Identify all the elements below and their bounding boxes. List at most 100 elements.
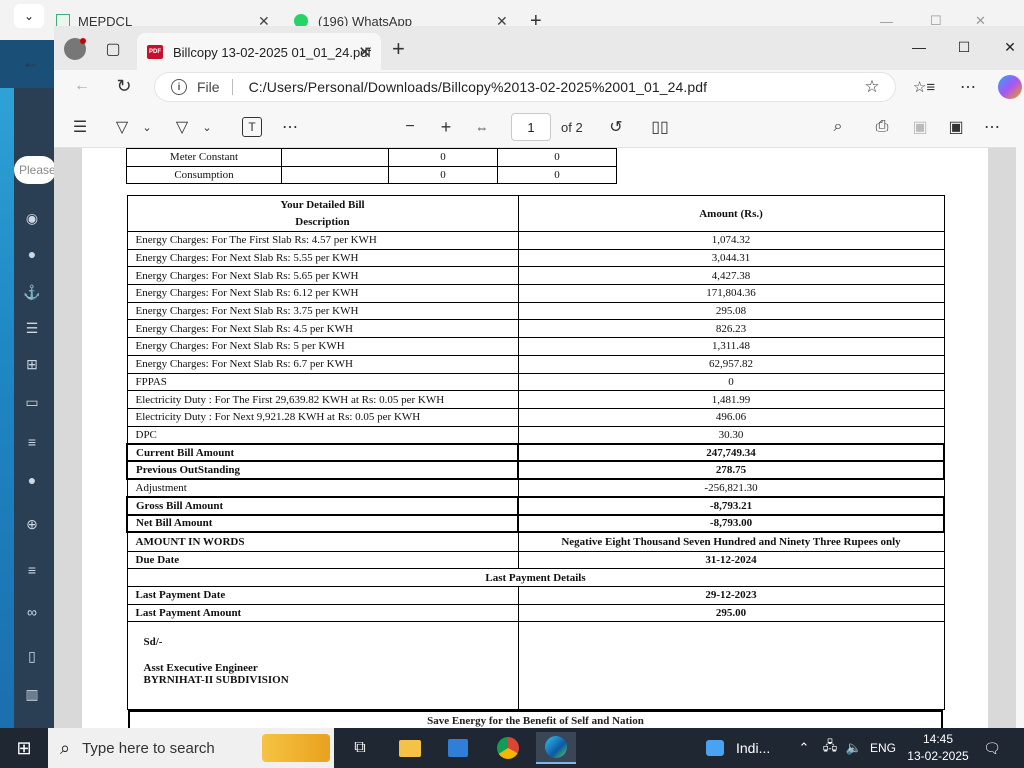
workspaces-icon[interactable]: ▢: [102, 38, 124, 60]
add-circle-icon[interactable]: ⊕: [24, 516, 40, 532]
zoom-in-icon[interactable]: +: [436, 117, 456, 137]
web-app-search-input[interactable]: Please: [14, 156, 56, 184]
table-row: Energy Charges: For Next Slab Rs: 4.5 pe…: [126, 319, 945, 339]
tab-search-button[interactable]: ⌄: [14, 4, 44, 28]
fit-width-icon[interactable]: ⇔: [472, 117, 492, 137]
charge-desc: Energy Charges: For Next Slab Rs: 4.5 pe…: [126, 319, 519, 339]
dashboard-icon[interactable]: ◉: [24, 210, 40, 226]
contents-icon[interactable]: ☰: [70, 117, 90, 137]
draw-icon[interactable]: ▽: [172, 117, 192, 137]
file-explorer-button[interactable]: [390, 732, 430, 764]
table-row: Last Payment Date 29-12-2023: [126, 586, 945, 605]
minimize-button[interactable]: —: [904, 36, 934, 58]
more-options-icon[interactable]: ⋯: [982, 117, 1002, 137]
widget-icon: [706, 740, 724, 756]
meter-value: 0: [497, 148, 617, 167]
more-tools-icon[interactable]: ⋯: [280, 117, 300, 137]
back-arrow-icon[interactable]: ←: [72, 76, 92, 96]
table-row: Gross Bill Amount -8,793.21: [126, 495, 945, 516]
user-icon[interactable]: ●: [24, 472, 40, 488]
chrome-button[interactable]: [488, 732, 528, 764]
chevron-down-icon[interactable]: ⌄: [200, 117, 214, 137]
chevron-down-icon[interactable]: ⌄: [140, 117, 154, 137]
charge-desc: Energy Charges: For The First Slab Rs: 4…: [126, 231, 519, 250]
charge-desc: Energy Charges: For Next Slab Rs: 3.75 p…: [126, 301, 519, 321]
volume-icon[interactable]: 🔈: [842, 732, 866, 764]
table-row: Energy Charges: For Next Slab Rs: 6.7 pe…: [126, 354, 945, 374]
list-icon[interactable]: ≡: [24, 562, 40, 578]
empty-cell: [517, 621, 945, 711]
charge-amount: 1,311.48: [517, 337, 945, 356]
chrome-icon: [497, 737, 519, 759]
gross-bill-amount: -8,793.21: [517, 495, 945, 516]
new-tab-button[interactable]: +: [392, 38, 412, 60]
table-row: Adjustment -256,821.30: [126, 478, 945, 498]
task-view-button[interactable]: ⧉: [340, 732, 380, 764]
charge-desc: Energy Charges: For Next Slab Rs: 6.7 pe…: [126, 354, 519, 374]
search-placeholder: Please: [19, 163, 56, 177]
charge-desc: Energy Charges: For Next Slab Rs: 5.65 p…: [126, 266, 519, 286]
copilot-icon[interactable]: [998, 75, 1022, 99]
maximize-icon: ☐: [957, 38, 971, 55]
favorite-star-icon[interactable]: ☆: [862, 77, 882, 97]
address-bar[interactable]: i File C:/Users/Personal/Downloads/Billc…: [154, 72, 896, 102]
table-row: AMOUNT IN WORDS Negative Eight Thousand S…: [126, 531, 945, 552]
search-icon[interactable]: ⌕: [828, 117, 848, 137]
edge-button[interactable]: [536, 732, 576, 764]
meter-empty-cell: [281, 148, 389, 167]
link-icon[interactable]: ∞: [24, 604, 40, 620]
table-row: Current Bill Amount 247,749.34: [126, 442, 945, 463]
list-icon[interactable]: ≡: [24, 434, 40, 450]
sitemap-icon[interactable]: ⊞: [24, 356, 40, 372]
maximize-button[interactable]: ☐: [949, 36, 979, 58]
table-row: Energy Charges: For Next Slab Rs: 3.75 p…: [126, 301, 945, 321]
charge-amount: 3,044.31: [517, 248, 945, 268]
zoom-out-icon[interactable]: −: [400, 117, 420, 137]
close-tab-icon[interactable]: ✕: [358, 43, 371, 61]
start-button[interactable]: ⊞: [4, 732, 44, 764]
system-clock[interactable]: 14:45 13-02-2025: [900, 731, 976, 765]
notification-icon[interactable]: 🗨: [978, 732, 1006, 764]
table-row: Energy Charges: For Next Slab Rs: 6.12 p…: [126, 284, 945, 303]
table-row: Energy Charges: For Next Slab Rs: 5 per …: [126, 337, 945, 356]
more-options-icon[interactable]: ⋯: [958, 77, 978, 97]
language-indicator[interactable]: ENG: [866, 732, 900, 764]
table-row: Sd/- Asst Executive Engineer BYRNIHAT-II…: [126, 621, 945, 711]
refresh-icon[interactable]: ↻: [114, 76, 134, 96]
weather-widget[interactable]: Indi...: [706, 732, 782, 764]
store-button[interactable]: [438, 732, 478, 764]
chart-icon[interactable]: ▥: [24, 686, 40, 702]
save-as-icon[interactable]: ▣: [946, 117, 966, 137]
highlight-icon[interactable]: ▽: [112, 117, 132, 137]
user-icon[interactable]: ●: [24, 246, 40, 262]
table-row: Energy Charges: For Next Slab Rs: 5.65 p…: [126, 266, 945, 286]
chevron-up-icon[interactable]: ⌃: [792, 732, 816, 764]
minimize-icon: —: [912, 39, 926, 55]
info-icon[interactable]: i: [171, 79, 187, 95]
rotate-icon[interactable]: ↺: [606, 117, 626, 137]
favorites-icon[interactable]: ☆≡: [913, 77, 935, 97]
active-tab[interactable]: PDF Billcopy 13-02-2025 01_01_24.pdf ✕: [137, 33, 381, 71]
network-icon[interactable]: 🖧: [818, 732, 842, 764]
monitor-icon[interactable]: ▭: [24, 394, 40, 410]
text-tool-icon[interactable]: T: [242, 117, 262, 137]
print-icon[interactable]: ⎙: [872, 117, 892, 137]
charge-amount: 826.23: [517, 319, 945, 339]
address-url[interactable]: C:/Users/Personal/Downloads/Billcopy%201…: [249, 79, 708, 95]
radio-widget-icon[interactable]: [262, 734, 330, 762]
page-number-input[interactable]: 1: [511, 113, 551, 141]
table-row: Net Bill Amount -8,793.00: [126, 513, 945, 534]
table-row: Meter Constant 0 0: [126, 148, 617, 167]
due-date: 31-12-2024: [517, 550, 945, 570]
page-view-icon[interactable]: ▯▯: [650, 117, 670, 137]
anchor-icon[interactable]: ⚓: [23, 284, 40, 300]
close-window-button[interactable]: ✕: [995, 36, 1024, 58]
mobile-icon[interactable]: ▯: [24, 648, 40, 664]
net-bill-label: Net Bill Amount: [126, 513, 519, 534]
list-icon[interactable]: ☰: [24, 320, 40, 336]
back-arrow-icon[interactable]: ←: [22, 52, 40, 73]
table-row: Consumption 0 0: [126, 165, 617, 185]
current-bill-amount: 247,749.34: [517, 442, 945, 463]
save-icon[interactable]: ▣: [910, 117, 930, 137]
search-icon: ⌕: [60, 737, 71, 758]
